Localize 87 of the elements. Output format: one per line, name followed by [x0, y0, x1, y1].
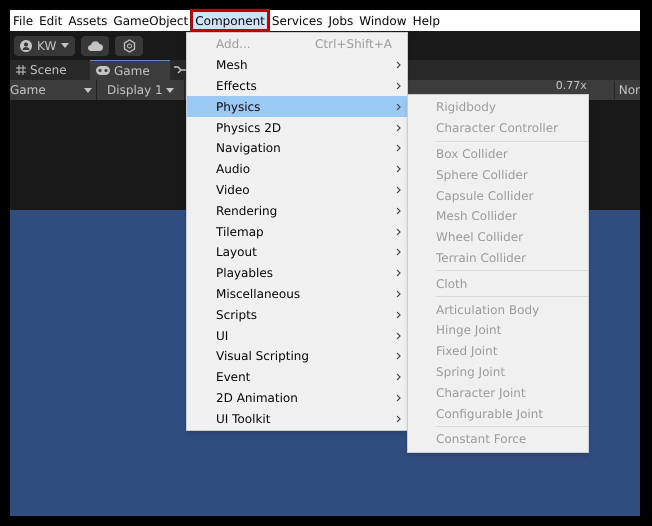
- caret-icon: [61, 43, 70, 48]
- menu-bar-item[interactable]: File: [10, 10, 36, 31]
- aspect-label: Nor: [614, 81, 640, 99]
- chevron-icon: [396, 228, 401, 236]
- menu-item[interactable]: Playables: [187, 262, 407, 284]
- chevron-icon: [396, 206, 401, 215]
- menu-item[interactable]: Audio: [187, 158, 407, 180]
- menu-item-label: Physics: [216, 98, 260, 116]
- chevron-icon: [396, 186, 401, 194]
- cloud-button[interactable]: [81, 36, 110, 56]
- chevron-icon: [396, 269, 401, 278]
- chevron-icon: [396, 332, 401, 340]
- menu-bar-item[interactable]: Services: [268, 10, 326, 31]
- menu-item[interactable]: Effects: [187, 76, 407, 96]
- menu-item-label: Effects: [216, 78, 257, 95]
- menu-item[interactable]: Navigation: [187, 138, 407, 159]
- menu-bar-item[interactable]: Jobs: [326, 10, 356, 31]
- scale-value: 0.77x: [556, 80, 588, 92]
- menu-item-label: UI: [216, 328, 228, 345]
- menu-item-label: Scripts: [216, 306, 258, 324]
- caret-icon: [84, 88, 92, 92]
- user-icon: [20, 40, 32, 52]
- tab-label: Game: [114, 62, 150, 80]
- tab-label: Scene: [30, 62, 67, 79]
- chevron-icon: [396, 248, 401, 256]
- menu-bar-item[interactable]: Assets: [65, 10, 110, 31]
- menu-item[interactable]: Miscellaneous: [187, 284, 407, 304]
- chevron-icon: [396, 144, 401, 152]
- menu-item-label: Audio: [216, 161, 250, 178]
- view-tab[interactable]: Scene: [10, 60, 90, 80]
- menu-item-label: Rendering: [216, 202, 278, 220]
- menu-item-label: Video: [216, 182, 250, 199]
- gamepad-icon: [96, 66, 110, 75]
- caret-icon: [166, 88, 174, 92]
- menu-item[interactable]: Visual Scripting: [187, 346, 407, 367]
- menu-bar-item[interactable]: Edit: [36, 10, 66, 31]
- account-name: KW: [37, 38, 56, 54]
- menu-bar-item[interactable]: Help: [410, 10, 443, 31]
- chevron-icon: [396, 394, 401, 402]
- view-dropdown[interactable]: Game: [10, 80, 97, 100]
- menu-item-label: Miscellaneous: [216, 286, 300, 303]
- chevron-icon: [396, 414, 401, 423]
- cloud-icon: [87, 40, 104, 50]
- menu-item-label: Visual Scripting: [216, 348, 309, 366]
- menu-item-label: Tilemap: [216, 224, 264, 241]
- menu-item-label: UI Toolkit: [216, 410, 270, 428]
- menu-item-label: Add...: [216, 36, 251, 54]
- collab-button[interactable]: [115, 36, 144, 56]
- menu-item[interactable]: Rendering: [187, 200, 407, 222]
- chevron-icon: [396, 165, 401, 174]
- menu-item[interactable]: Layout: [187, 242, 407, 263]
- menu-item[interactable]: Scripts: [187, 304, 407, 326]
- chevron-icon: [396, 124, 401, 132]
- menu-item[interactable]: Tilemap: [187, 221, 407, 242]
- menu-item-label: Navigation: [216, 140, 281, 158]
- chevron-icon: [396, 352, 401, 360]
- grid-icon: [16, 65, 26, 75]
- menu-item[interactable]: UI Toolkit: [187, 408, 407, 430]
- chevron-icon: [396, 102, 401, 111]
- menu-item[interactable]: 2D Animation: [187, 388, 407, 408]
- menu-item[interactable]: Video: [187, 180, 407, 200]
- menu-item[interactable]: Physics 2D: [187, 117, 407, 138]
- menu-item-label: Physics 2D: [216, 120, 282, 137]
- menu-bar-item[interactable]: Window: [356, 10, 410, 31]
- menu-item[interactable]: Event: [187, 366, 407, 388]
- menu-item[interactable]: Mesh: [187, 54, 407, 76]
- hexagon-icon: [122, 38, 136, 52]
- account-button[interactable]: KW: [14, 36, 76, 56]
- menu-item-label: Playables: [216, 265, 273, 282]
- view-label: Game: [10, 82, 46, 99]
- menu-item[interactable]: UI: [187, 325, 407, 346]
- menu-bar-item[interactable]: GameObject: [110, 10, 192, 31]
- chevron-icon: [396, 310, 401, 319]
- shortcut-label: Ctrl+Shift+A: [315, 36, 392, 54]
- chevron-icon: [396, 290, 401, 298]
- view-tab[interactable]: Game: [90, 60, 170, 80]
- menu-item-label: Mesh: [216, 57, 248, 74]
- chevron-icon: [396, 373, 401, 382]
- chevron-icon: [396, 82, 401, 90]
- menu-bar-item[interactable]: Component: [191, 10, 269, 31]
- display-dropdown[interactable]: Display 1: [97, 80, 185, 100]
- menu-item[interactable]: Physics: [187, 96, 407, 118]
- chevron-icon: [396, 61, 401, 70]
- menu-item-label: Event: [216, 369, 250, 386]
- menu-item-label: 2D Animation: [216, 390, 298, 407]
- menu-item-label: Layout: [216, 244, 257, 262]
- display-label: Display 1: [107, 82, 163, 99]
